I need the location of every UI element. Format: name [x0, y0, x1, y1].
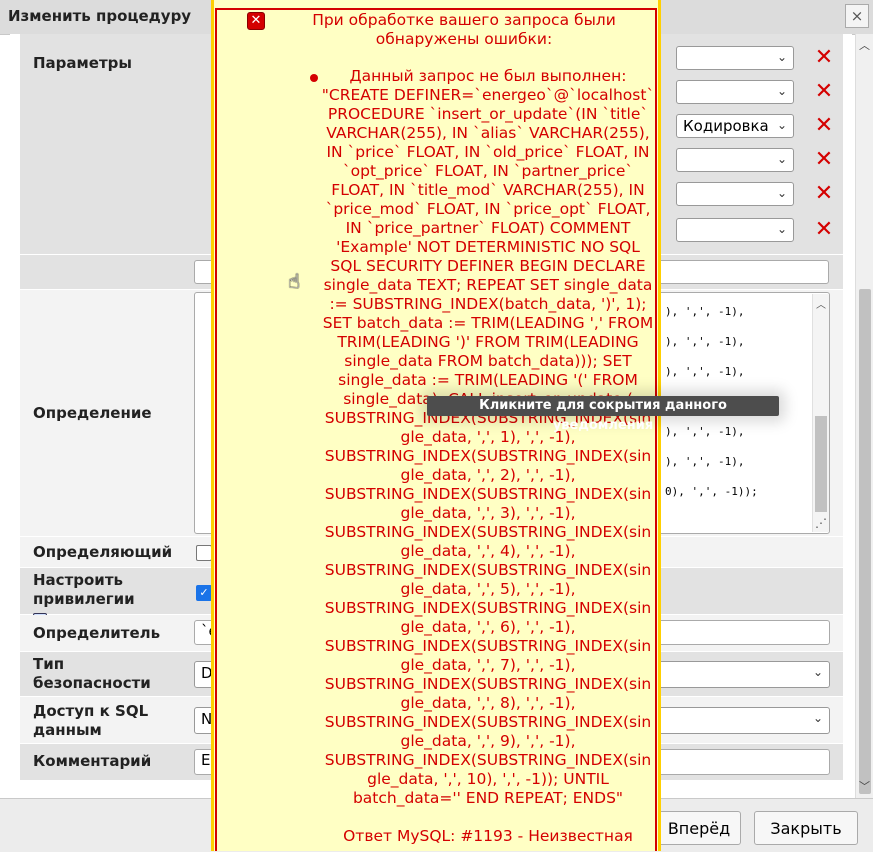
- error-mysql-response: Ответ MySQL: #1193 - Неизвестная: [343, 827, 633, 845]
- scroll-down-icon[interactable]: ﹀: [859, 778, 870, 794]
- deterministic-checkbox[interactable]: [196, 545, 212, 561]
- close-button[interactable]: Закрыть: [754, 811, 858, 845]
- comment-label: Комментарий: [33, 752, 152, 770]
- param-charset-select[interactable]: ⌄: [676, 148, 794, 172]
- definition-scrollbar[interactable]: ︿ ⋰: [812, 294, 829, 532]
- delete-param-icon[interactable]: ✕: [814, 219, 834, 241]
- error-message: Данный запрос не был выполнен: "CREATE D…: [321, 67, 655, 807]
- params-label: Параметры: [33, 54, 132, 72]
- dialog-scrollbar[interactable]: ︿ ﹀: [855, 34, 873, 798]
- code-line: ), ',', -1),: [665, 365, 745, 378]
- param-charset-select[interactable]: ⌄: [676, 80, 794, 104]
- code-line: ), ',', -1),: [665, 455, 745, 468]
- dialog-title: Изменить процедуру: [8, 7, 192, 25]
- chevron-down-icon: ⌄: [776, 50, 787, 64]
- chevron-down-icon: ⌄: [812, 711, 823, 725]
- deterministic-label: Определяющий: [33, 543, 173, 561]
- sql-access-label: Доступ к SQL данным: [33, 702, 149, 739]
- security-label: Тип безопасности: [33, 655, 151, 692]
- error-icon: ✕: [247, 12, 265, 30]
- delete-param-icon[interactable]: ✕: [814, 149, 834, 171]
- scroll-up-icon[interactable]: ︿: [859, 37, 870, 53]
- param-charset-select[interactable]: ⌄: [676, 182, 794, 206]
- delete-param-icon[interactable]: ✕: [814, 183, 834, 205]
- chevron-down-icon: ⌄: [776, 222, 787, 236]
- code-line: 0), ',', -1));: [665, 485, 758, 498]
- privileges-label-text: Настроить привилегии: [33, 571, 135, 608]
- delete-param-icon[interactable]: ✕: [814, 81, 834, 103]
- dismiss-tooltip[interactable]: Кликните для сокрытия данного уведомлени…: [427, 396, 779, 433]
- code-line: ), ',', -1),: [665, 425, 745, 438]
- definition-label: Определение: [33, 404, 152, 422]
- chevron-down-icon: ⌄: [776, 84, 787, 98]
- definition-scroll-thumb[interactable]: [815, 416, 827, 512]
- definer-label: Определитель: [33, 624, 161, 642]
- param-charset-value: Кодировка: [683, 117, 769, 135]
- hand-cursor-icon: ☝: [288, 269, 301, 293]
- param-charset-select[interactable]: Кодировка ⌄: [676, 114, 794, 138]
- chevron-down-icon: ⌄: [776, 186, 787, 200]
- chevron-down-icon: ⌄: [776, 152, 787, 166]
- delete-param-icon[interactable]: ✕: [814, 47, 834, 69]
- error-header: При обработке вашего запроса были обнару…: [312, 11, 616, 48]
- scroll-up-icon[interactable]: ︿: [816, 296, 826, 311]
- dialog-scroll-thumb[interactable]: [859, 289, 871, 794]
- param-charset-select[interactable]: ⌄: [676, 46, 794, 70]
- resize-grip-icon[interactable]: ⋰: [815, 516, 827, 530]
- forward-button[interactable]: Вперёд: [657, 811, 741, 845]
- dialog-close-icon[interactable]: ×: [845, 4, 869, 28]
- delete-param-icon[interactable]: ✕: [814, 115, 834, 137]
- error-bullet-icon: [310, 74, 318, 82]
- chevron-down-icon: ⌄: [812, 665, 823, 679]
- code-line: ), ',', -1),: [665, 335, 745, 348]
- param-charset-select[interactable]: ⌄: [676, 218, 794, 242]
- code-line: ), ',', -1),: [665, 305, 745, 318]
- chevron-down-icon: ⌄: [776, 118, 787, 132]
- privileges-checkbox[interactable]: ✓: [196, 585, 212, 601]
